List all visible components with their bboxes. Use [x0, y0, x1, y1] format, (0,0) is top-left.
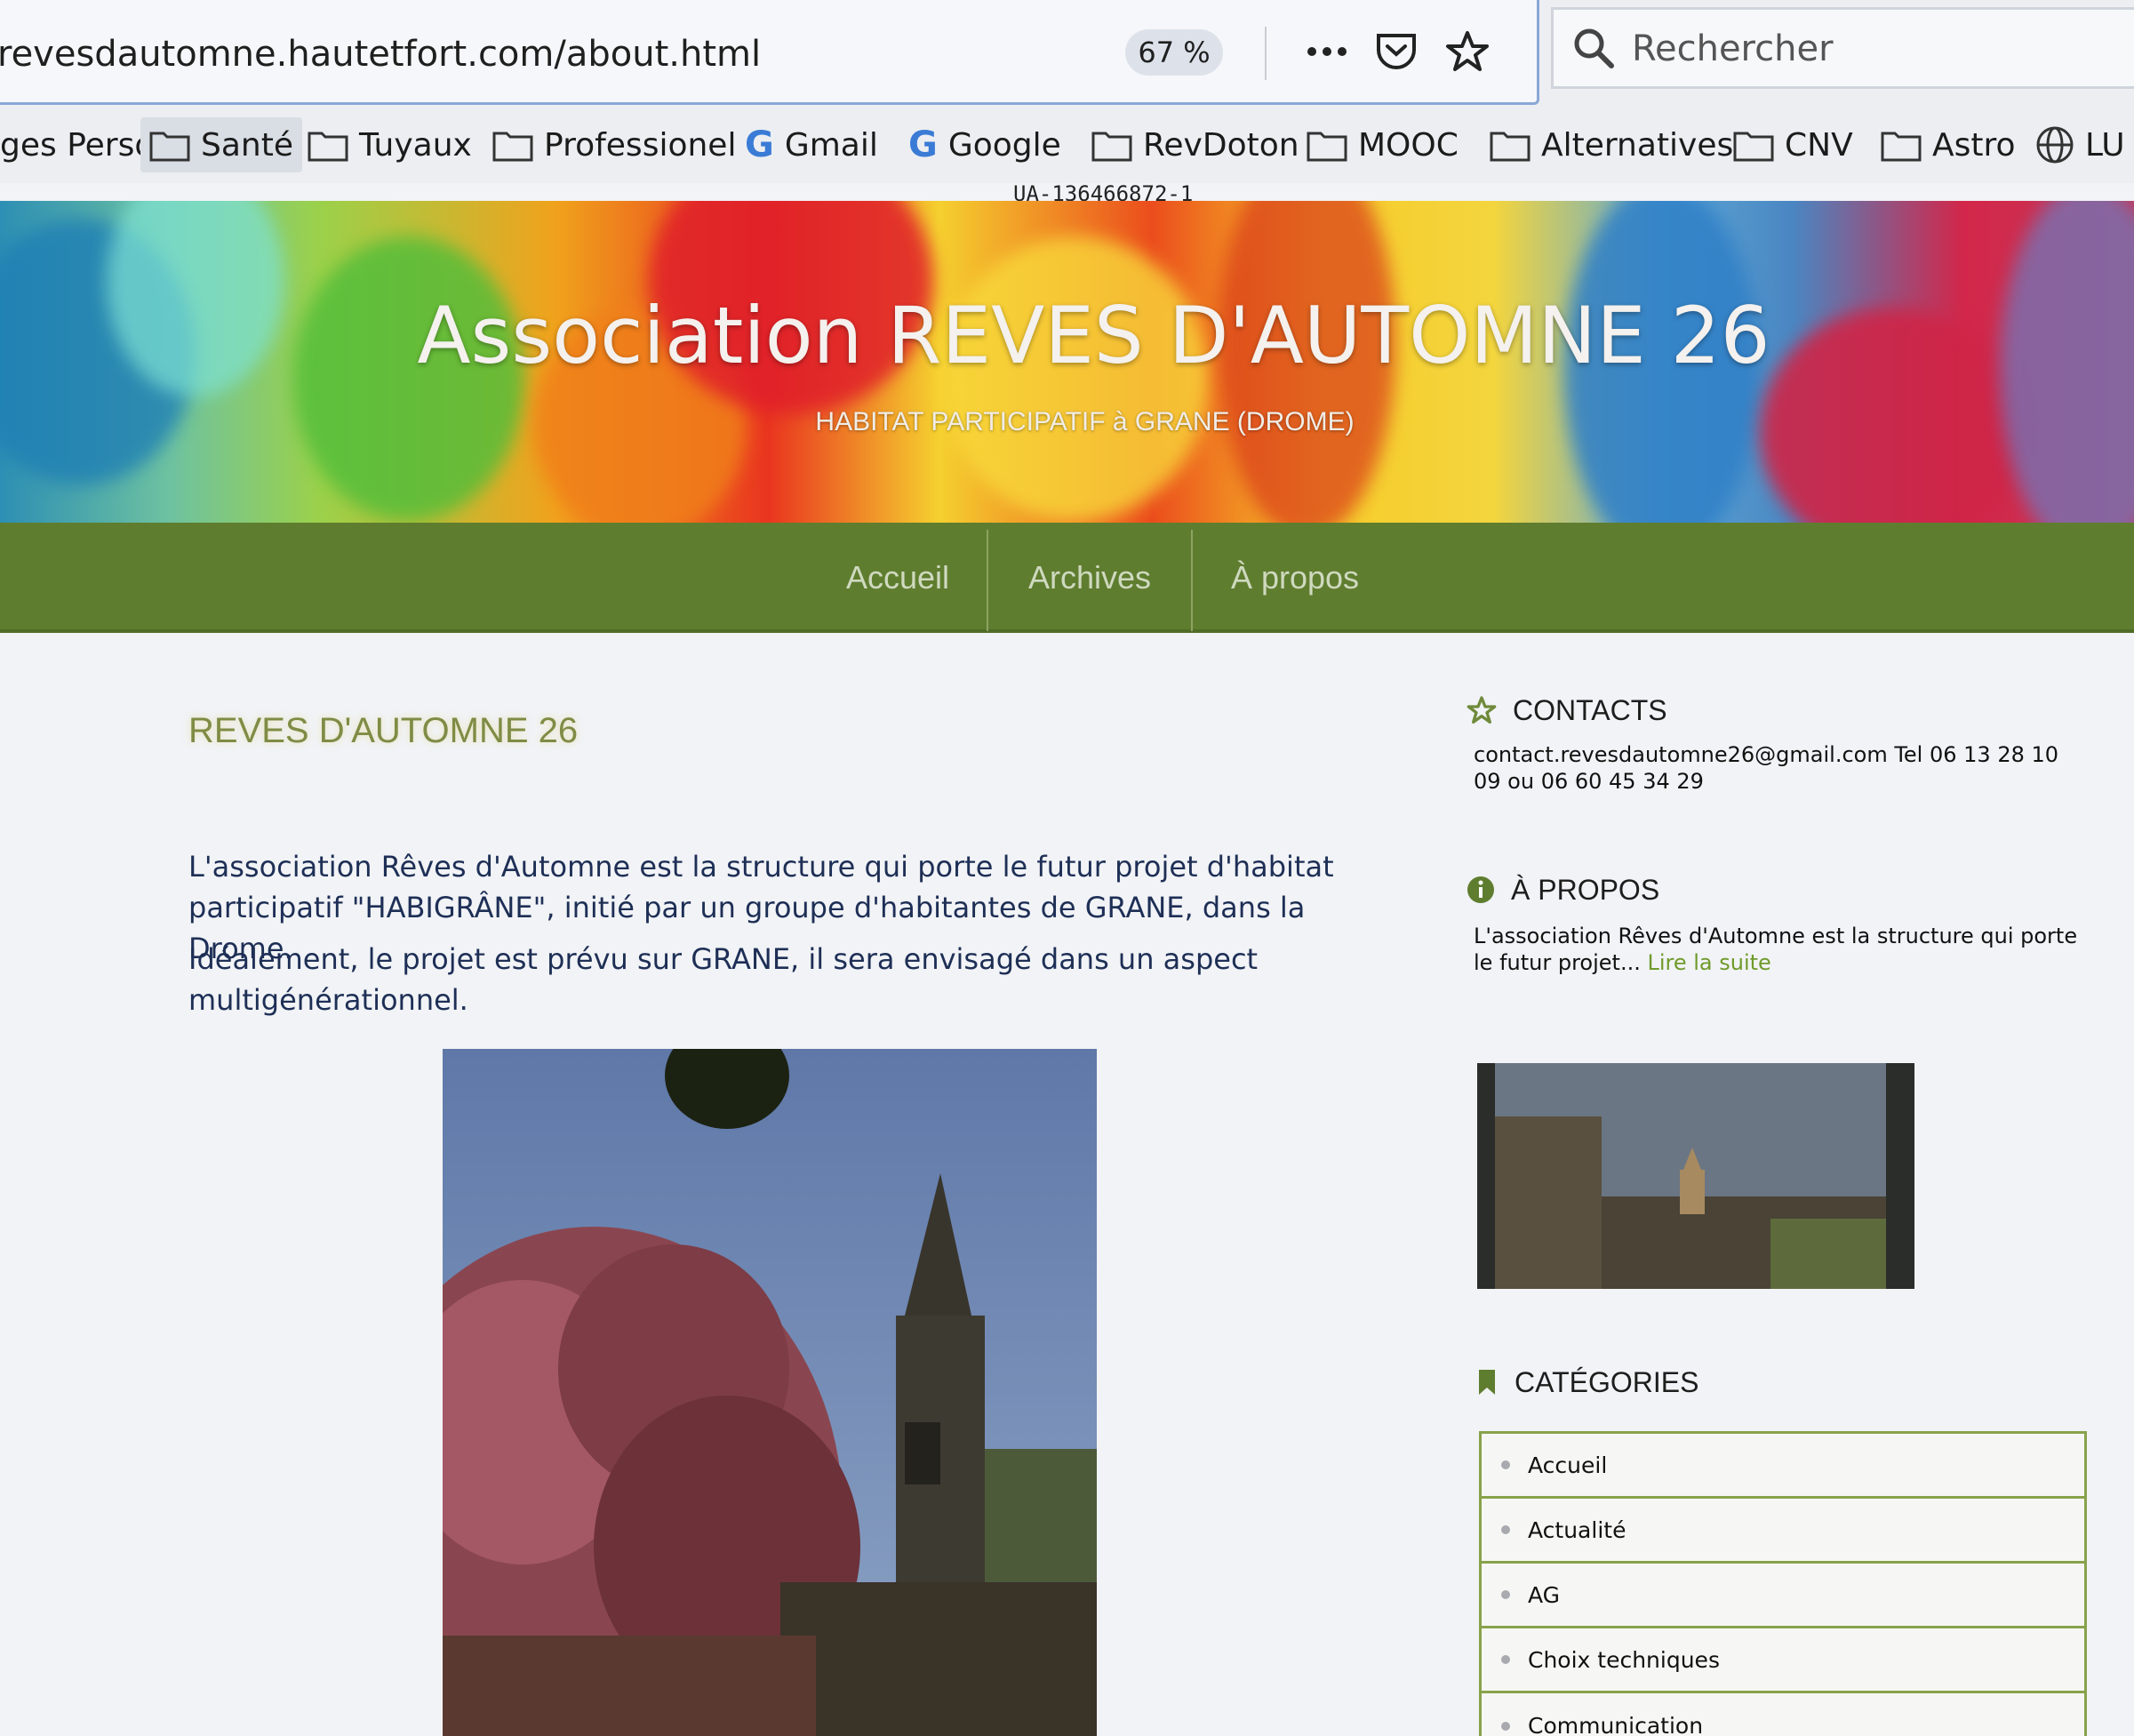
site-header-banner: Association REVES D'AUTOMNE 26 HABITAT P… — [0, 201, 2134, 528]
categories-heading: CATÉGORIES — [1475, 1360, 1698, 1404]
category-ag[interactable]: AG — [1482, 1564, 2084, 1628]
post-paragraph-2: Idéalement, le projet est prévu sur GRAN… — [188, 942, 1259, 1017]
nav-archives[interactable]: Archives — [988, 523, 1191, 633]
google-icon: G — [745, 124, 774, 165]
bookmark-cnv[interactable]: CNV — [1724, 117, 1862, 172]
site-subtitle: HABITAT PARTICIPATIF à GRANE (DROME) — [815, 407, 1355, 436]
folder-icon — [492, 132, 533, 162]
zoom-level-badge[interactable]: 67 % — [1125, 29, 1223, 76]
bookmark-revdoton[interactable]: RevDoton — [1083, 117, 1308, 172]
about-heading-label: À PROPOS — [1511, 873, 1660, 906]
bookmark-astro[interactable]: Astro — [1872, 117, 2025, 172]
category-label: Communication — [1528, 1713, 1704, 1736]
address-bar[interactable]: revesdautomne.hautetfort.com/about.html … — [0, 0, 1539, 105]
about-heading: À PROPOS — [1467, 868, 1659, 912]
pocket-icon[interactable] — [1368, 23, 1425, 80]
category-choix-techniques[interactable]: Choix techniques — [1482, 1628, 2084, 1693]
main-navigation: Accueil Archives À propos — [0, 523, 2134, 633]
bookmark-pages-perso[interactable]: ges Perso — [0, 117, 163, 172]
bookmark-label: Santé — [201, 126, 293, 164]
contacts-heading: CONTACTS — [1467, 688, 1667, 732]
category-communication[interactable]: Communication — [1482, 1693, 2084, 1736]
folder-icon — [1091, 132, 1132, 162]
category-accueil[interactable]: Accueil — [1482, 1434, 2084, 1499]
browser-search-box[interactable] — [1551, 7, 2134, 89]
about-excerpt: L'association Rêves d'Automne est la str… — [1474, 924, 2078, 975]
categories-list: Accueil Actualité AG Choix techniques Co… — [1479, 1431, 2087, 1736]
site-title[interactable]: Association REVES D'AUTOMNE 26 — [0, 290, 2134, 381]
bookmark-label: Alternatives — [1541, 126, 1734, 164]
globe-icon — [2036, 126, 2074, 164]
star-icon[interactable] — [1439, 23, 1496, 80]
bookmark-label: Tuyaux — [359, 126, 472, 164]
folder-icon — [1733, 132, 1774, 162]
post-title: REVES D'AUTOMNE 26 — [188, 711, 579, 750]
bullet-icon — [1501, 1655, 1510, 1664]
categories-heading-label: CATÉGORIES — [1515, 1365, 1699, 1398]
bullet-icon — [1501, 1721, 1510, 1731]
bookmark-label: Google — [947, 126, 1061, 164]
url-text[interactable]: revesdautomne.hautetfort.com/about.html — [0, 34, 761, 75]
info-icon — [1467, 876, 1494, 903]
search-input[interactable] — [1632, 24, 2112, 74]
contacts-text: contact.revesdautomne26@gmail.com Tel 06… — [1474, 742, 2059, 794]
folder-icon — [1490, 132, 1531, 162]
folder-icon — [1307, 132, 1347, 162]
search-icon — [1571, 26, 1616, 74]
bookmark-label: Astro — [1932, 126, 2016, 164]
read-more-link[interactable]: Lire la suite — [1647, 950, 1770, 975]
sidebar-image-rainbow-village — [1477, 1063, 1914, 1289]
bookmark-label: MOOC — [1358, 126, 1459, 164]
bullet-icon — [1501, 1525, 1510, 1534]
bullet-icon — [1501, 1590, 1510, 1599]
bookmark-label: RevDoton — [1143, 126, 1299, 164]
browser-toolbar: revesdautomne.hautetfort.com/about.html … — [0, 0, 2134, 124]
star-icon — [1467, 696, 1497, 724]
nav-accueil[interactable]: Accueil — [809, 523, 987, 633]
contacts-heading-label: CONTACTS — [1513, 693, 1667, 726]
category-actualite[interactable]: Actualité — [1482, 1499, 2084, 1564]
bookmark-label: LU — [2085, 126, 2125, 164]
bookmark-label: Gmail — [784, 126, 878, 164]
bookmark-label: Professionel — [544, 126, 737, 164]
more-icon[interactable] — [1299, 23, 1355, 80]
bookmark-gmail[interactable]: G Gmail — [736, 117, 887, 172]
bookmark-google[interactable]: G Google — [899, 117, 1070, 172]
bullet-icon — [1501, 1460, 1510, 1469]
bookmark-label: CNV — [1785, 126, 1853, 164]
category-label: Choix techniques — [1528, 1646, 1720, 1673]
bookmark-professionel[interactable]: Professionel — [484, 117, 745, 172]
bookmark-mooc[interactable]: MOOC — [1298, 117, 1467, 172]
folder-icon — [308, 132, 348, 162]
bookmark-lu[interactable]: LU — [2026, 117, 2134, 172]
category-label: Accueil — [1528, 1452, 1608, 1478]
folder-icon — [1881, 132, 1922, 162]
folder-icon — [1479, 1370, 1495, 1395]
category-label: Actualité — [1528, 1516, 1626, 1543]
bookmark-alternatives[interactable]: Alternatives — [1481, 117, 1742, 172]
bookmark-label: ges Perso — [0, 126, 155, 164]
google-icon: G — [908, 124, 938, 165]
nav-a-propos[interactable]: À propos — [1193, 523, 1397, 633]
category-label: AG — [1528, 1581, 1561, 1608]
folder-icon — [149, 132, 190, 162]
bookmarks-toolbar: ges Perso Santé Tuyaux Professionel G Gm… — [0, 108, 2134, 183]
about-text: L'association Rêves d'Automne est la str… — [1474, 923, 2087, 976]
bookmark-tuyaux[interactable]: Tuyaux — [299, 117, 481, 172]
toolbar-separator — [1265, 27, 1267, 80]
bookmark-sante[interactable]: Santé — [140, 117, 302, 172]
post-image-church-and-tree — [443, 1049, 1097, 1736]
